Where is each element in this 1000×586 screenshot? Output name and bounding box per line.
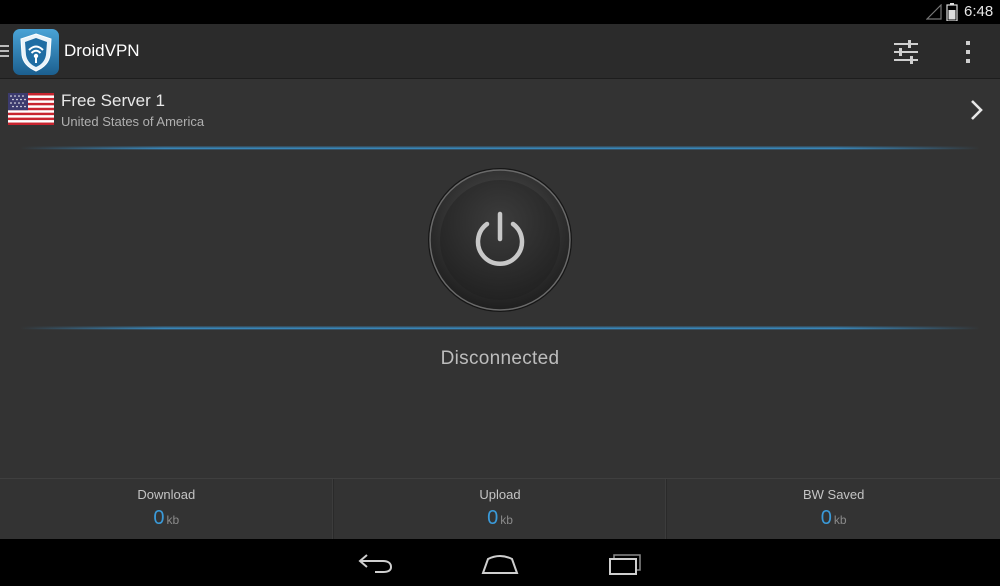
home-icon[interactable] [480,551,520,575]
server-country: United States of America [61,114,205,129]
stat-value: 0 [153,507,165,529]
stat-value: 0 [820,507,832,529]
stat-unit: kb [500,513,513,527]
droidvpn-shield-logo[interactable] [12,28,60,76]
recents-icon[interactable] [605,551,645,575]
battery-icon [946,3,958,21]
stat-label: Upload [479,487,521,502]
drawer-icon[interactable] [0,44,10,58]
sliders-icon[interactable] [888,34,924,70]
stats-bar: Download 0 kb Upload 0 kb BW Saved 0 kb [0,478,1000,540]
stat-download: Download 0 kb [0,479,334,540]
stat-unit: kb [833,513,847,527]
stat-bw-saved: BW Saved 0 kb [667,479,1000,540]
overflow-menu-icon[interactable] [950,34,986,70]
stat-label: Download [137,487,196,502]
glow-divider-bottom [20,326,980,330]
stat-label: BW Saved [802,487,865,502]
server-selector[interactable]: Free Server 1 United States of America [0,79,1000,141]
us-flag-icon [8,93,54,125]
server-name: Free Server 1 [61,91,165,110]
stat-upload: Upload 0 kb [334,479,668,540]
app-title: DroidVPN [64,41,140,60]
connection-status: Disconnected [440,348,560,369]
status-time: 6:48 [964,3,994,20]
status-bar: 6:48 [0,0,1000,24]
stat-value: 0 [487,507,499,529]
power-button[interactable] [427,167,573,313]
glow-divider-top [20,146,980,150]
stat-unit: kb [166,513,180,527]
chevron-right-icon[interactable] [964,98,988,122]
back-icon[interactable] [355,551,395,575]
navigation-bar [0,539,1000,586]
action-bar: DroidVPN [0,24,1000,79]
signal-icon [926,4,942,20]
